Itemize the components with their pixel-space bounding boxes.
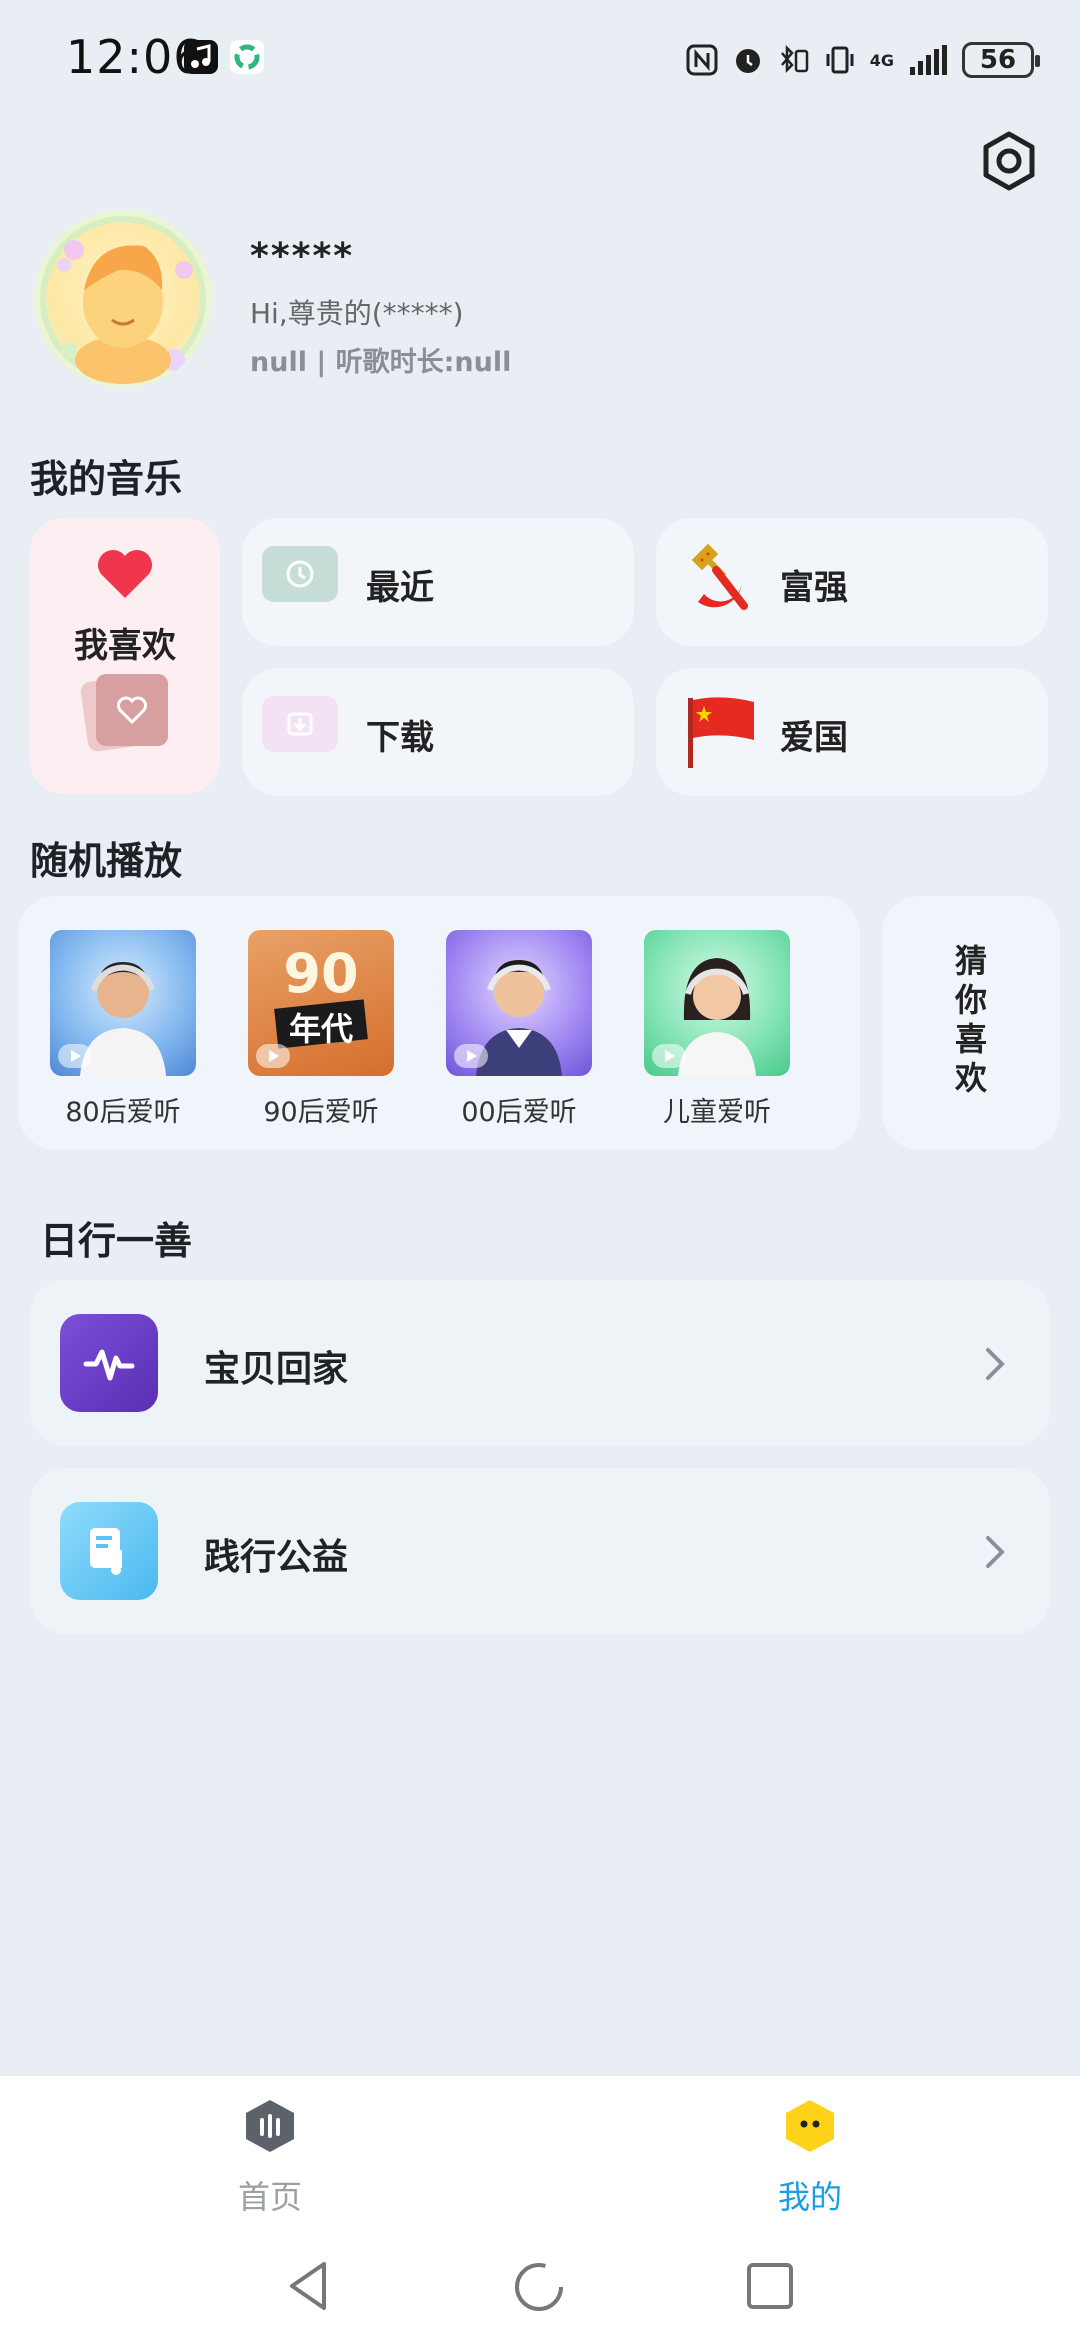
- heart-icon: [98, 550, 152, 598]
- download-label: 下载: [366, 718, 434, 758]
- home-icon: [246, 2100, 294, 2152]
- avatar[interactable]: [34, 210, 212, 388]
- username: *****: [250, 236, 355, 277]
- cover-80s: [50, 930, 196, 1076]
- heart-outline-icon: [117, 696, 147, 725]
- public-welfare-row[interactable]: 践行公益: [30, 1468, 1050, 1634]
- play-icon: [652, 1044, 686, 1068]
- recycle-app-icon: [230, 40, 264, 74]
- cover-kids: [644, 930, 790, 1076]
- mine-icon: [786, 2100, 834, 2152]
- chevron-right-icon: [986, 1348, 1005, 1380]
- cover-90s: 90 年代: [248, 930, 394, 1076]
- cover-90-number: 90: [283, 942, 359, 1005]
- public-welfare-label: 践行公益: [204, 1537, 349, 1578]
- music-app-icon: [184, 40, 218, 74]
- nav-home[interactable]: 首页: [170, 2096, 370, 2218]
- alarm-icon: [735, 49, 760, 73]
- chevron-right-icon: [986, 1536, 1005, 1568]
- hammer-sickle-icon: [691, 544, 748, 610]
- recent-card[interactable]: 最近: [242, 518, 634, 646]
- nfc-icon: [686, 44, 718, 76]
- download-tile: [262, 696, 338, 752]
- recent-tile: [262, 546, 338, 602]
- random-item-00s[interactable]: 00后爱听: [446, 930, 592, 1129]
- recent-label: 最近: [366, 568, 434, 608]
- liked-songs-card[interactable]: 我喜欢: [30, 518, 220, 794]
- public-welfare-tile: [60, 1502, 158, 1600]
- random-item-label: 80后爱听: [65, 1097, 181, 1128]
- section-title-daily-good: 日行一善: [40, 1219, 193, 1263]
- settings-button[interactable]: [976, 128, 1042, 194]
- fuqiang-card[interactable]: 富强: [656, 518, 1048, 646]
- play-icon: [256, 1044, 290, 1068]
- aiguo-label: 爱国: [780, 718, 848, 758]
- play-icon: [454, 1044, 488, 1068]
- baby-home-label: 宝贝回家: [204, 1349, 349, 1390]
- status-icons: 4G 56: [686, 38, 1040, 82]
- section-title-random-play: 随机播放: [30, 839, 183, 883]
- download-icon: [287, 712, 313, 736]
- bluetooth-battery-icon: [780, 44, 808, 74]
- download-card[interactable]: 下载: [242, 668, 634, 796]
- liked-songs-label: 我喜欢: [74, 626, 176, 666]
- china-flag-icon: [688, 697, 754, 768]
- document-music-icon: [90, 1528, 122, 1575]
- random-play-panel: 80后爱听 90 年代 90后爱听 00后爱听 儿童爱听: [18, 896, 860, 1150]
- guess-you-like-label: 猜你喜欢: [954, 942, 987, 1097]
- random-item-label: 00后爱听: [461, 1097, 577, 1128]
- system-nav-bar: [0, 2240, 1080, 2340]
- status-time: 12:06: [66, 30, 204, 84]
- network-type: 4G: [869, 50, 894, 70]
- nav-home-label: 首页: [237, 2178, 302, 2216]
- recents-icon[interactable]: [744, 2260, 796, 2312]
- nav-mine-label: 我的: [777, 2178, 842, 2216]
- cover-00s: [446, 930, 592, 1076]
- baby-home-row[interactable]: 宝贝回家: [30, 1280, 1050, 1446]
- random-item-label: 儿童爱听: [663, 1097, 771, 1128]
- nav-mine[interactable]: 我的: [710, 2096, 910, 2218]
- random-item-label: 90后爱听: [263, 1097, 379, 1128]
- vibrate-icon: [826, 46, 854, 74]
- liked-cover: [96, 674, 168, 746]
- random-item-90s[interactable]: 90 年代 90后爱听: [248, 930, 394, 1129]
- section-title-my-music: 我的音乐: [30, 457, 183, 501]
- aiguo-card[interactable]: 爱国: [656, 668, 1048, 796]
- battery-indicator: 56: [962, 42, 1040, 78]
- greeting-text: Hi,尊贵的(*****): [250, 297, 464, 330]
- listen-duration: null | 听歌时长:null: [250, 347, 512, 378]
- status-bar: 12:06 4G 56: [0, 0, 1080, 120]
- random-item-80s[interactable]: 80后爱听: [50, 930, 196, 1129]
- avatar-illustration: [40, 216, 206, 384]
- baby-home-tile: [60, 1314, 158, 1412]
- clock-icon: [286, 560, 314, 588]
- guess-you-like-card[interactable]: 猜你喜欢: [882, 896, 1060, 1150]
- signal-icon: [910, 45, 947, 75]
- fuqiang-label: 富强: [780, 568, 848, 608]
- gear-icon: [983, 131, 1035, 191]
- back-icon[interactable]: [284, 2258, 334, 2314]
- random-item-kids[interactable]: 儿童爱听: [644, 930, 790, 1129]
- home-circle-icon[interactable]: [512, 2260, 566, 2314]
- play-icon: [58, 1044, 92, 1068]
- waveform-icon: [83, 1349, 135, 1381]
